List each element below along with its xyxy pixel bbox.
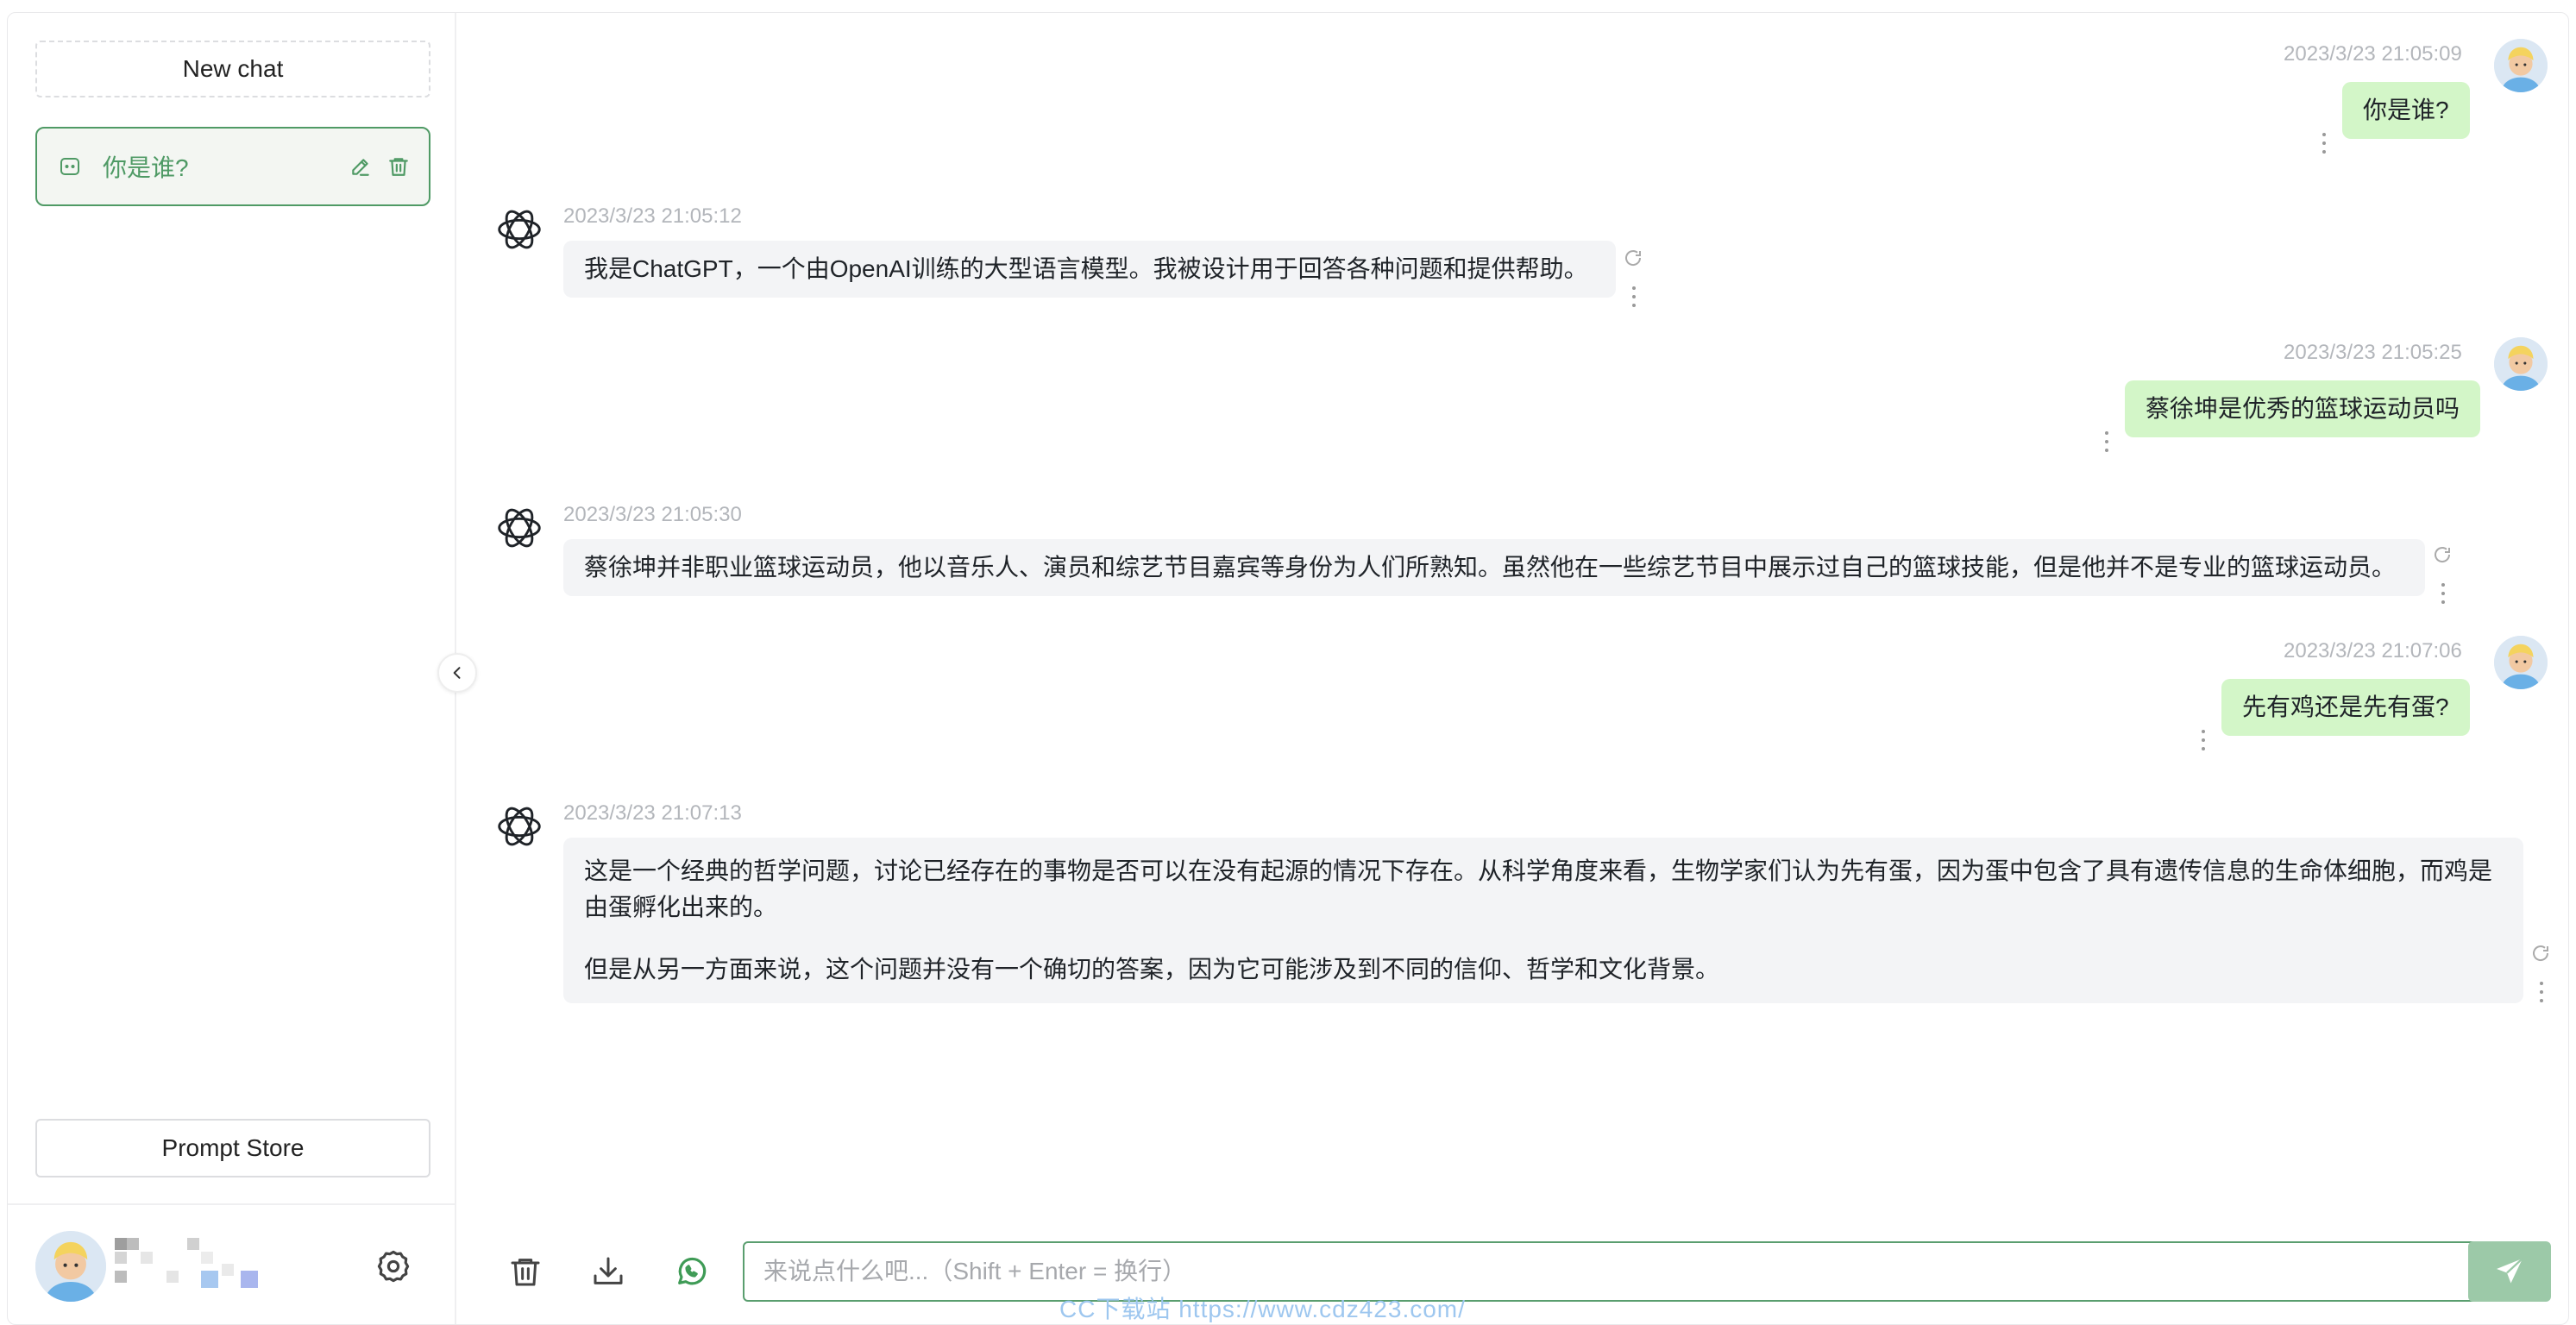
refresh-icon[interactable] [2432, 544, 2453, 565]
message-time: 2023/3/23 21:07:13 [563, 801, 742, 825]
more-vertical-icon[interactable] [2537, 979, 2546, 1005]
user-message: 蔡徐坤是优秀的篮球运动员吗 [2125, 380, 2481, 437]
openai-logo-icon [498, 508, 541, 548]
user-avatar [2494, 636, 2548, 689]
user-message: 你是谁? [2342, 82, 2470, 139]
more-vertical-icon[interactable] [2102, 429, 2111, 455]
message-time: 2023/3/23 21:05:12 [563, 204, 742, 228]
assistant-message: 我是ChatGPT，一个由OpenAI训练的大型语言模型。我被设计用于回答各种问… [563, 241, 1616, 298]
new-chat-button[interactable]: New chat [35, 41, 430, 97]
openai-logo-icon [498, 210, 541, 249]
assistant-message: 蔡徐坤并非职业篮球运动员，他以音乐人、演员和综艺节目嘉宾等身份为人们所熟知。虽然… [563, 539, 2425, 596]
message-time: 2023/3/23 21:07:06 [2284, 639, 2462, 662]
assistant-message: 这是一个经典的哲学问题，讨论已经存在的事物是否可以在没有起源的情况下存在。从科学… [563, 838, 2523, 1003]
chat-icon [60, 158, 79, 175]
user-avatar [2494, 39, 2548, 92]
refresh-icon[interactable] [1623, 248, 1643, 268]
watermark: CC下载站 https://www.cdz423.com/ [1059, 1296, 1466, 1322]
message-time: 2023/3/23 21:05:09 [2284, 42, 2462, 66]
chat-panel: 2023/3/23 21:05:09 你是谁? 2023/3/23 21:05:… [456, 13, 2568, 1324]
prompt-store-button[interactable]: Prompt Store [35, 1119, 430, 1177]
user-message: 先有鸡还是先有蛋? [2221, 679, 2470, 736]
more-vertical-icon[interactable] [2199, 727, 2208, 753]
sidebar: New chat 你是谁? Prompt Store [8, 13, 456, 1324]
app-window: New chat 你是谁? Prompt Store 2023/3/23 21:… [7, 12, 2569, 1325]
user-avatar [2494, 337, 2548, 391]
username-blurred [115, 1238, 258, 1288]
avatar[interactable] [35, 1231, 106, 1302]
refresh-icon[interactable] [2530, 943, 2551, 964]
message-time: 2023/3/23 21:05:30 [563, 503, 742, 526]
send-icon [2497, 1258, 2523, 1284]
download-button[interactable] [587, 1251, 629, 1292]
more-vertical-icon[interactable] [2320, 130, 2328, 156]
download-icon [594, 1257, 623, 1284]
more-vertical-icon[interactable] [2439, 581, 2447, 606]
clear-chat-button[interactable] [505, 1251, 546, 1292]
message-time: 2023/3/23 21:05:25 [2284, 341, 2462, 364]
history-item-title: 你是谁? [103, 154, 189, 181]
context-toggle-button[interactable] [670, 1251, 712, 1292]
trash-icon [511, 1259, 540, 1286]
message-paragraph: 但是从另一方面来说，这个问题并没有一个确切的答案，因为它可能涉及到不同的信仰、哲… [584, 956, 1720, 983]
more-vertical-icon[interactable] [1630, 284, 1638, 310]
history-item[interactable]: 你是谁? [35, 127, 430, 206]
edit-icon[interactable] [348, 154, 374, 179]
openai-logo-icon [498, 807, 541, 846]
trash-icon[interactable] [386, 154, 412, 179]
send-button[interactable] [2468, 1241, 2551, 1302]
chevron-left-icon[interactable] [437, 653, 477, 693]
message-input[interactable] [743, 1241, 2499, 1302]
gear-icon[interactable] [375, 1248, 412, 1284]
user-info [8, 1203, 455, 1324]
message-paragraph: 这是一个经典的哲学问题，讨论已经存在的事物是否可以在没有起源的情况下存在。从科学… [584, 857, 2493, 920]
whatsapp-icon [678, 1257, 707, 1285]
